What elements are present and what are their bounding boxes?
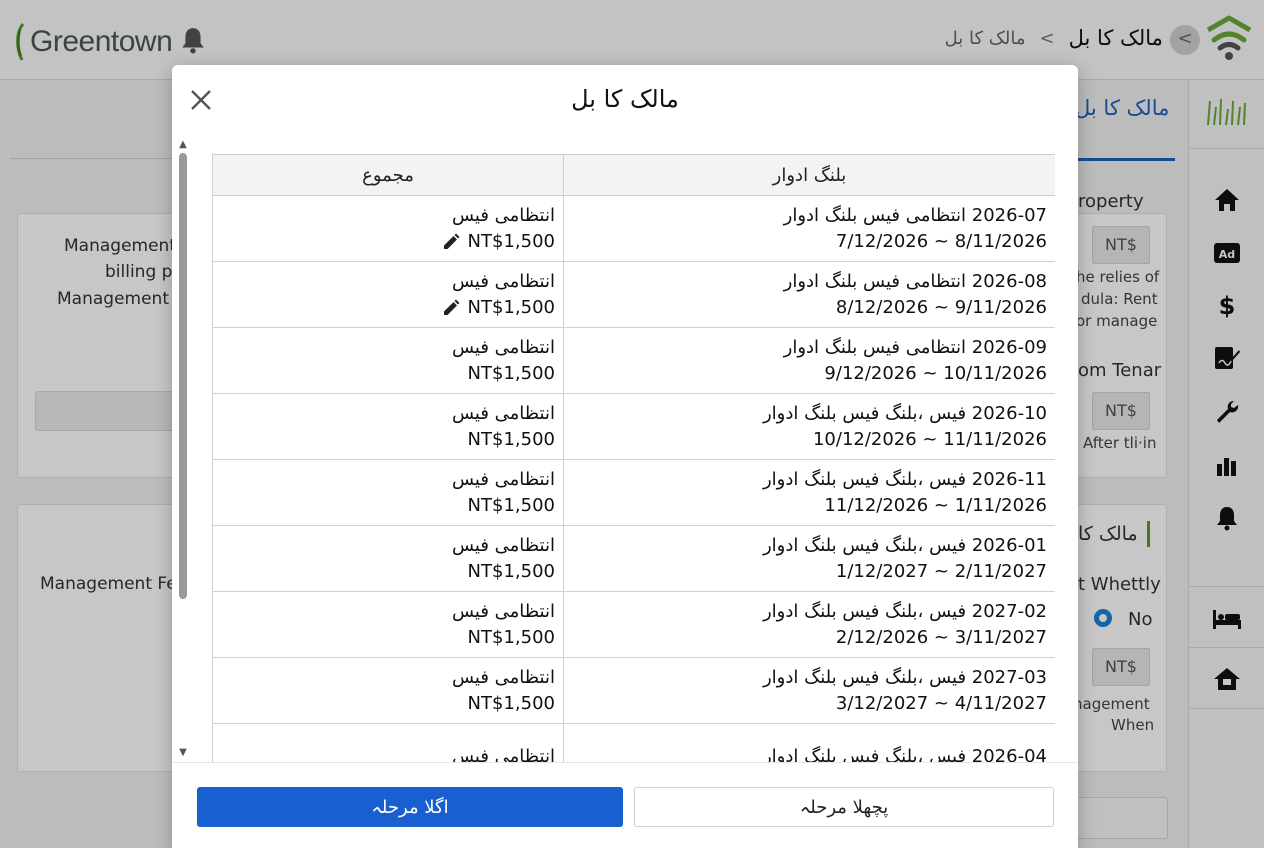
table-row: انتظامی فیس NT$1,500 2026-10 فیس ،بلنگ ف…: [212, 393, 1055, 460]
scroll-track[interactable]: [179, 153, 187, 743]
scroll-down-arrow-icon[interactable]: ▼: [176, 747, 190, 759]
billing-period-cell: 2026-11 فیس ،بلنگ فیس بلنگ ادوار 11/12/2…: [563, 459, 1055, 526]
table-row: انتظامی فیس 2026-04 فیس ،بلنگ فیس بلنگ ا…: [212, 723, 1055, 763]
billing-period-cell: 2026-04 فیس ،بلنگ فیس بلنگ ادوار: [563, 723, 1055, 763]
table-row: انتظامی فیس NT$1,500 2026-09 انتظامی فیس…: [212, 327, 1055, 394]
table-header-row: مجموع بلنگ ادوار: [212, 154, 1055, 196]
table-row: انتظامی فیس NT$1,500 2026-11 فیس ،بلنگ ف…: [212, 459, 1055, 526]
period-title: 2026-08 انتظامی فیس بلنگ ادوار: [783, 270, 1047, 292]
period-title: 2026-07 انتظامی فیس بلنگ ادوار: [783, 204, 1047, 226]
amount-line: NT$1,500: [221, 559, 555, 585]
previous-step-button[interactable]: پچھلا مرحلہ: [634, 787, 1054, 827]
amount-line: NT$1,500: [221, 229, 555, 255]
period-range: 2/12/2026 ~ 3/11/2027: [835, 626, 1047, 648]
period-range: 11/12/2026 ~ 1/11/2026: [824, 494, 1047, 516]
amount-line: NT$1,500: [221, 625, 555, 651]
fee-label: انتظامی فیس: [451, 600, 555, 622]
total-cell: انتظامی فیس NT$1,500: [212, 327, 564, 394]
next-step-button[interactable]: اگلا مرحلہ: [197, 787, 623, 827]
table-row: انتظامی فیس NT$1,500 2027-02 فیس ،بلنگ ف…: [212, 591, 1055, 658]
amount-line: NT$1,500: [221, 361, 555, 387]
billing-period-cell: 2026-07 انتظامی فیس بلنگ ادوار 7/12/2026…: [563, 195, 1055, 262]
amount-value: NT$1,500: [467, 626, 555, 648]
fee-label: انتظامی فیس: [451, 336, 555, 358]
fee-label: انتظامی فیس: [451, 534, 555, 556]
amount-value: NT$1,500: [467, 494, 555, 516]
table-row: انتظامی فیس NT$1,500 2027-03 فیس ،بلنگ ف…: [212, 657, 1055, 724]
amount-value: NT$1,500: [467, 692, 555, 714]
amount-value: NT$1,500: [467, 428, 555, 450]
vertical-scrollbar[interactable]: ▲ ▼: [176, 139, 190, 759]
fee-label: انتظامی فیس: [451, 468, 555, 490]
billing-period-cell: 2026-08 انتظامی فیس بلنگ ادوار 8/12/2026…: [563, 261, 1055, 328]
amount-value: NT$1,500: [467, 362, 555, 384]
total-cell: انتظامی فیس NT$1,500: [212, 393, 564, 460]
fee-label: انتظامی فیس: [451, 270, 555, 292]
column-header-billing-period: بلنگ ادوار: [563, 154, 1055, 196]
owner-bill-modal: مالک کا بل ▲ ▼ مجموع بلنگ ادوار انتظامی …: [172, 65, 1078, 848]
amount-line: NT$1,500: [221, 427, 555, 453]
period-title: 2026-10 فیس ،بلنگ فیس بلنگ ادوار: [762, 402, 1047, 424]
period-range: 8/12/2026 ~ 9/11/2026: [835, 296, 1047, 318]
period-title: 2026-01 فیس ،بلنگ فیس بلنگ ادوار: [762, 534, 1047, 556]
fee-label: انتظامی فیس: [451, 204, 555, 226]
total-cell: انتظامی فیس NT$1,500: [212, 195, 564, 262]
period-title: 2026-04 فیس ،بلنگ فیس بلنگ ادوار: [762, 745, 1047, 763]
fee-label: انتظامی فیس: [451, 666, 555, 688]
total-cell: انتظامی فیس NT$1,500: [212, 261, 564, 328]
period-title: 2026-11 فیس ،بلنگ فیس بلنگ ادوار: [762, 468, 1047, 490]
amount-value: NT$1,500: [467, 230, 555, 252]
amount-line: NT$1,500: [221, 493, 555, 519]
table-row: انتظامی فیس NT$1,500 2026-07 انتظامی فیس…: [212, 195, 1055, 262]
total-cell: انتظامی فیس NT$1,500: [212, 459, 564, 526]
pencil-edit-icon[interactable]: [442, 233, 460, 251]
scroll-up-arrow-icon[interactable]: ▲: [176, 139, 190, 151]
amount-line: NT$1,500: [221, 295, 555, 321]
period-range: 9/12/2026 ~ 10/11/2026: [824, 362, 1047, 384]
period-title: 2027-03 فیس ،بلنگ فیس بلنگ ادوار: [762, 666, 1047, 688]
column-header-total: مجموع: [212, 154, 564, 196]
billing-periods-table: مجموع بلنگ ادوار انتظامی فیس NT$1,500 20…: [212, 154, 1055, 762]
period-range: 10/12/2026 ~ 11/11/2026: [812, 428, 1047, 450]
period-title: 2027-02 فیس ،بلنگ فیس بلنگ ادوار: [762, 600, 1047, 622]
amount-value: NT$1,500: [467, 296, 555, 318]
modal-footer: اگلا مرحلہ پچھلا مرحلہ: [172, 762, 1078, 848]
period-range: 7/12/2026 ~ 8/11/2026: [835, 230, 1047, 252]
billing-period-cell: 2026-01 فیس ،بلنگ فیس بلنگ ادوار 1/12/20…: [563, 525, 1055, 592]
total-cell: انتظامی فیس NT$1,500: [212, 525, 564, 592]
fee-label: انتظامی فیس: [451, 402, 555, 424]
period-title: 2026-09 انتظامی فیس بلنگ ادوار: [783, 336, 1047, 358]
period-range: 1/12/2027 ~ 2/11/2027: [835, 560, 1047, 582]
amount-line: NT$1,500: [221, 691, 555, 717]
scroll-thumb[interactable]: [179, 153, 187, 599]
table-row: انتظامی فیس NT$1,500 2026-08 انتظامی فیس…: [212, 261, 1055, 328]
period-range: 3/12/2027 ~ 4/11/2027: [835, 692, 1047, 714]
billing-period-cell: 2026-10 فیس ،بلنگ فیس بلنگ ادوار 10/12/2…: [563, 393, 1055, 460]
fee-label: انتظامی فیس: [451, 745, 555, 763]
modal-title: مالک کا بل: [571, 85, 679, 113]
billing-period-cell: 2027-02 فیس ،بلنگ فیس بلنگ ادوار 2/12/20…: [563, 591, 1055, 658]
table-row: انتظامی فیس NT$1,500 2026-01 فیس ،بلنگ ف…: [212, 525, 1055, 592]
total-cell: انتظامی فیس: [212, 723, 564, 763]
billing-table-container: مجموع بلنگ ادوار انتظامی فیس NT$1,500 20…: [212, 154, 1055, 762]
amount-value: NT$1,500: [467, 560, 555, 582]
total-cell: انتظامی فیس NT$1,500: [212, 657, 564, 724]
billing-period-cell: 2026-09 انتظامی فیس بلنگ ادوار 9/12/2026…: [563, 327, 1055, 394]
billing-period-cell: 2027-03 فیس ،بلنگ فیس بلنگ ادوار 3/12/20…: [563, 657, 1055, 724]
total-cell: انتظامی فیس NT$1,500: [212, 591, 564, 658]
pencil-edit-icon[interactable]: [442, 299, 460, 317]
